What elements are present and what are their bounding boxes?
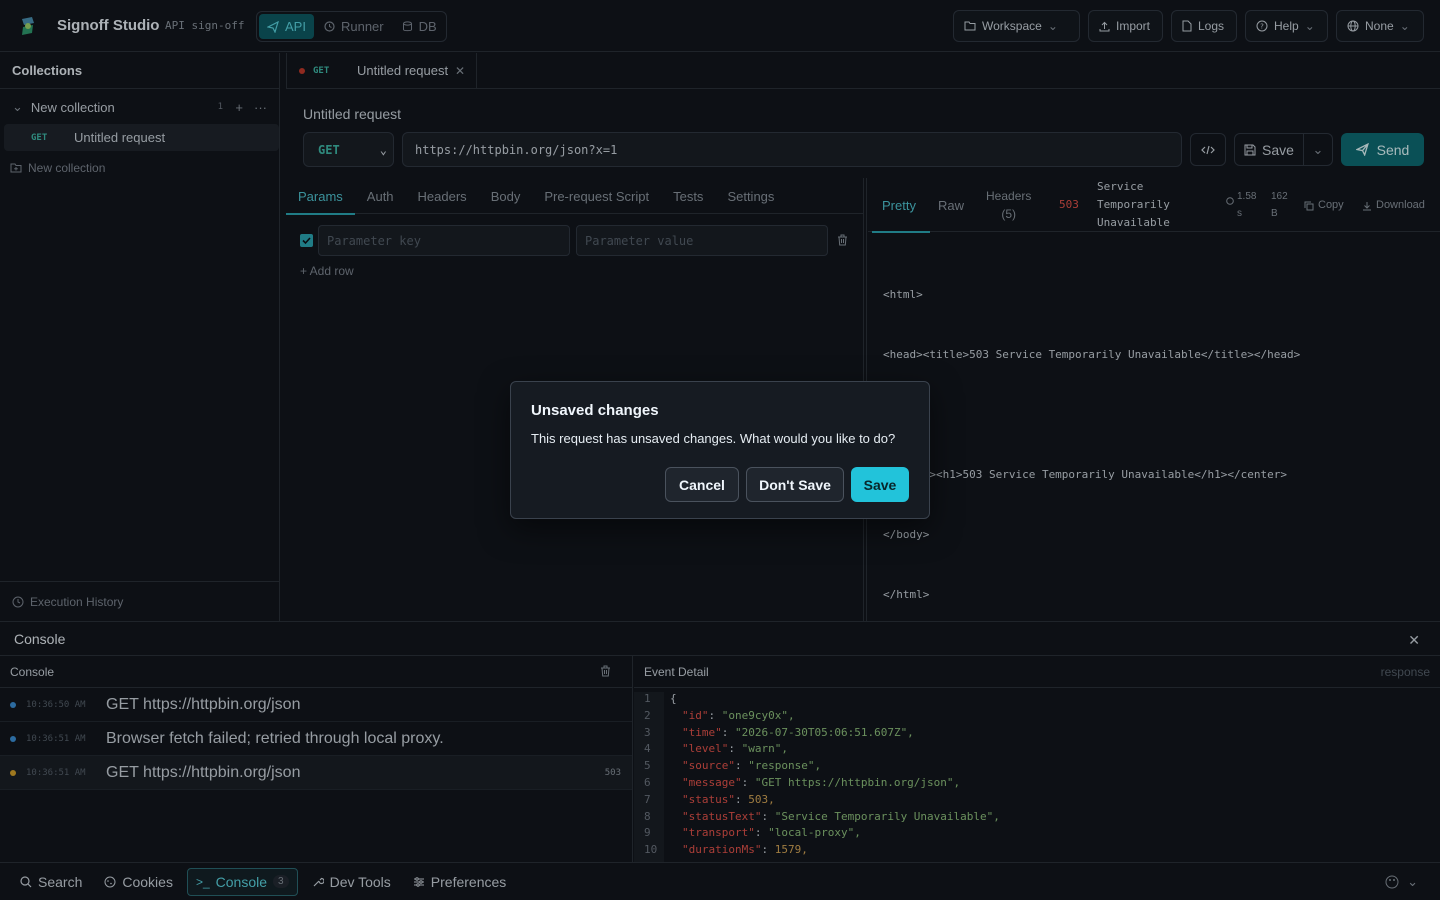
dialog-title: Unsaved changes [531, 402, 659, 419]
dont-save-button[interactable]: Don't Save [746, 467, 844, 502]
dialog-save-button[interactable]: Save [851, 467, 909, 502]
unsaved-changes-dialog: Unsaved changes This request has unsaved… [510, 381, 930, 519]
dialog-message: This request has unsaved changes. What w… [531, 431, 896, 446]
cancel-button[interactable]: Cancel [665, 467, 739, 502]
